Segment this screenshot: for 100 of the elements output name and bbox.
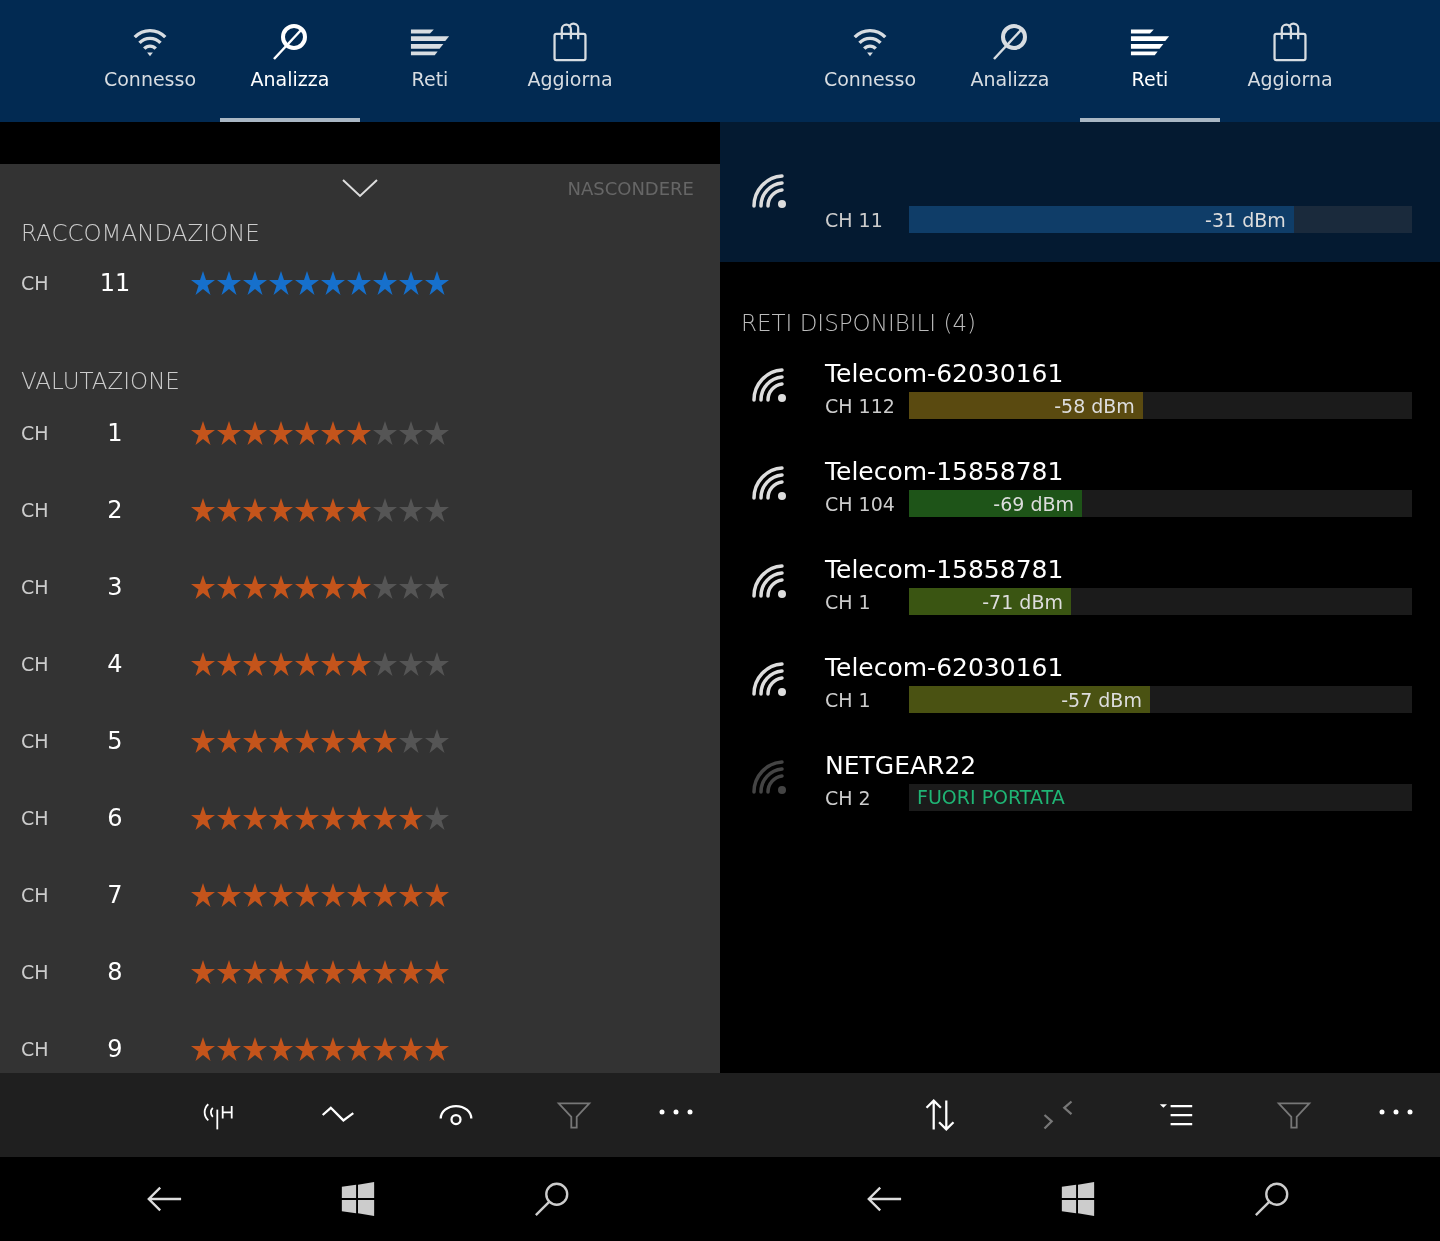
star-icon	[346, 1035, 372, 1062]
star-icon	[398, 804, 424, 831]
star-icon	[216, 804, 242, 831]
star-icon	[398, 419, 424, 446]
star-icon	[242, 496, 268, 523]
more-icon	[658, 1109, 694, 1115]
star-icon	[424, 650, 450, 677]
section-heading: RACCOMANDAZIONE	[21, 220, 261, 246]
channel-label: CH	[21, 272, 50, 294]
star-icon	[190, 496, 216, 523]
star-icon	[424, 958, 450, 985]
star-icon	[398, 1035, 424, 1062]
windows-logo-icon[interactable]	[1059, 1180, 1097, 1218]
star-icon	[424, 881, 450, 908]
star-icon	[190, 958, 216, 985]
star-icon	[372, 650, 398, 677]
star-icon	[190, 1035, 216, 1062]
star-icon	[346, 419, 372, 446]
channel-label: CH	[21, 960, 50, 983]
star-icon	[242, 1035, 268, 1062]
tab[interactable]: Aggiorna	[1220, 0, 1360, 122]
chevron-down-icon[interactable]	[341, 178, 379, 198]
star-icon	[294, 804, 320, 831]
channel-label: CH	[21, 575, 50, 598]
signal-reading: -31 dBm	[1205, 208, 1287, 231]
search-icon[interactable]	[533, 1180, 571, 1218]
star-icon	[346, 958, 372, 985]
star-icon	[294, 958, 320, 985]
star-icon	[320, 1035, 346, 1062]
tab[interactable]: Connesso	[80, 0, 220, 122]
star-icon	[372, 270, 398, 296]
star-icon	[216, 881, 242, 908]
star-icon	[372, 573, 398, 600]
star-icon	[372, 496, 398, 523]
channel-label: CH	[21, 883, 50, 906]
star-icon	[372, 419, 398, 446]
star-icon	[398, 727, 424, 754]
network-name[interactable]: Telecom-62030161	[825, 650, 1412, 686]
star-icon	[268, 881, 294, 908]
tab[interactable]: Reti	[360, 0, 500, 122]
star-icon	[320, 573, 346, 600]
star-icon	[294, 573, 320, 600]
star-icon	[242, 573, 268, 600]
channel-number: 9	[106, 1034, 124, 1063]
star-icon	[424, 727, 450, 754]
star-icon	[372, 881, 398, 908]
star-icon	[216, 419, 242, 446]
star-icon	[372, 958, 398, 985]
star-icon	[268, 958, 294, 985]
channel-number: 4	[106, 649, 124, 678]
star-icon	[294, 727, 320, 754]
star-icon	[242, 419, 268, 446]
star-icon	[346, 496, 372, 523]
search-icon[interactable]	[1253, 1180, 1291, 1218]
windows-logo-icon[interactable]	[339, 1180, 377, 1218]
star-icon	[216, 573, 242, 600]
star-icon	[320, 727, 346, 754]
network-name[interactable]: Telecom-15858781	[825, 552, 1412, 588]
star-icon	[398, 650, 424, 677]
star-icon	[268, 650, 294, 677]
network-name[interactable]: NETGEAR22	[825, 748, 1412, 784]
star-icon	[320, 650, 346, 677]
channel-number: 2	[106, 495, 124, 524]
network-name[interactable]: Telecom-15858781	[825, 454, 1412, 490]
star-icon	[424, 1035, 450, 1062]
tab[interactable]: Analizza	[940, 0, 1080, 122]
star-icon	[268, 270, 294, 296]
channel-number: 6	[106, 803, 124, 832]
star-icon	[268, 573, 294, 600]
star-icon	[190, 650, 216, 677]
star-icon	[216, 496, 242, 523]
star-icon	[242, 650, 268, 677]
tab[interactable]: Aggiorna	[500, 0, 640, 122]
channel-label: CH 2	[825, 786, 872, 809]
channel-number: 7	[106, 880, 124, 909]
tab[interactable]: Connesso	[800, 0, 940, 122]
star-icon	[320, 881, 346, 908]
star-icon	[242, 881, 268, 908]
star-icon	[320, 496, 346, 523]
star-icon	[294, 881, 320, 908]
network-name[interactable]: Telecom-62030161	[825, 356, 1412, 392]
star-icon	[294, 496, 320, 523]
section-heading: RETI DISPONIBILI (4)	[740, 309, 978, 338]
star-icon	[320, 958, 346, 985]
star-icon	[320, 270, 346, 296]
star-icon	[190, 419, 216, 446]
star-icon	[372, 727, 398, 754]
star-icon	[424, 573, 450, 600]
star-icon	[216, 727, 242, 754]
star-icon	[294, 270, 320, 296]
star-icon	[216, 270, 242, 296]
channel-label: CH 112	[825, 394, 896, 417]
star-icon	[268, 1035, 294, 1062]
star-icon	[424, 419, 450, 446]
channel-number: 3	[106, 572, 124, 601]
star-icon	[242, 727, 268, 754]
channel-label: CH	[21, 498, 50, 521]
channel-number: 5	[106, 726, 124, 755]
signal-reading: -69 dBm	[993, 492, 1076, 515]
star-icon	[398, 573, 424, 600]
